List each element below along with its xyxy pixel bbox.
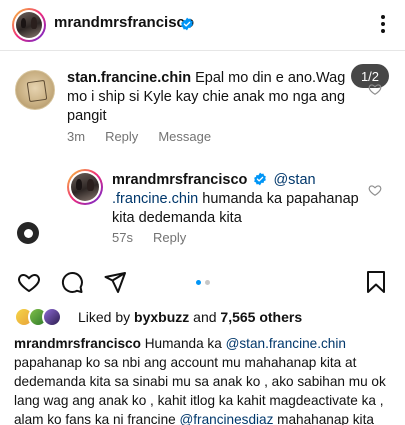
more-options-icon[interactable] <box>375 12 391 36</box>
profile-avatar[interactable] <box>12 8 46 42</box>
comment-like-heart-icon[interactable] <box>368 82 382 96</box>
reply-like-heart-icon[interactable] <box>368 183 382 197</box>
liked-by-user[interactable]: byxbuzz <box>134 309 189 325</box>
like-heart-icon[interactable] <box>17 270 41 294</box>
user-tag-icon[interactable] <box>17 222 39 244</box>
liker-avatar <box>42 307 62 327</box>
commenter-avatar[interactable] <box>15 70 55 110</box>
comment-username[interactable]: stan.francine.chin <box>67 70 191 86</box>
header-username[interactable]: mrandmrsfrancisco <box>54 14 194 31</box>
comment-reply-button[interactable]: Reply <box>105 129 138 144</box>
liked-by-text[interactable]: Liked by byxbuzz and 7,565 others <box>78 309 302 325</box>
post-header: mrandmrsfrancisco <box>0 0 405 48</box>
reply-username[interactable]: mrandmrsfrancisco <box>112 172 247 188</box>
carousel-dots <box>196 280 210 285</box>
caption-username[interactable]: mrandmrsfrancisco <box>14 336 141 351</box>
comment-bubble-icon[interactable] <box>60 270 84 294</box>
verified-badge-icon <box>254 172 267 186</box>
comment-time: 3m <box>67 129 86 144</box>
comment-body: stan.francine.chin Epal mo din e ano.Wag… <box>67 69 357 126</box>
share-send-icon[interactable] <box>103 270 127 294</box>
post-caption: mrandmrsfrancisco Humanda ka @stan.franc… <box>14 336 386 425</box>
caption-mention-2[interactable]: @francinesdiaz <box>179 412 273 425</box>
comment-message-button[interactable]: Message <box>158 129 211 144</box>
comment-meta: 3m Reply Message <box>67 129 211 144</box>
reply-avatar[interactable] <box>67 169 103 205</box>
caption-mention-1[interactable]: @stan.francine.chin <box>226 336 346 351</box>
reply-time: 57s <box>112 230 133 245</box>
reply-meta: 57s Reply <box>112 230 186 245</box>
reply-body: mrandmrsfrancisco @stan .francine.chin h… <box>112 171 362 228</box>
reply-reply-button[interactable]: Reply <box>153 230 186 245</box>
verified-badge-icon <box>181 17 193 31</box>
header-divider <box>0 50 405 51</box>
liked-count[interactable]: 7,565 others <box>220 309 302 325</box>
save-bookmark-icon[interactable] <box>364 270 388 294</box>
